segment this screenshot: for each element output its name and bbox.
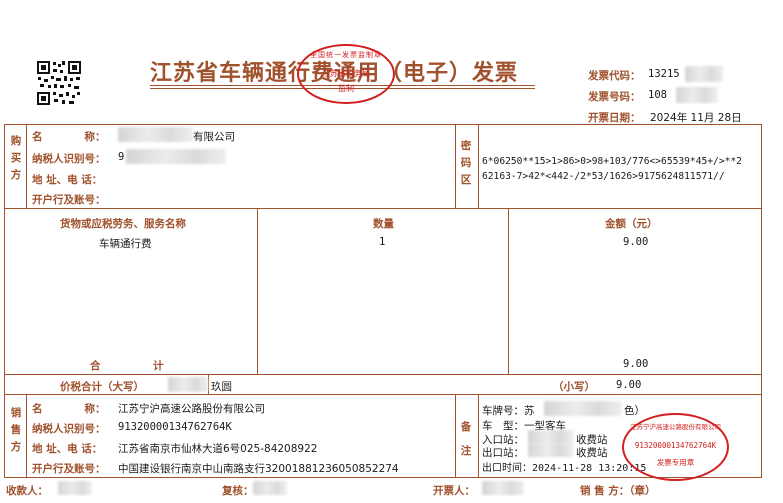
invoice-number-value: 108 xyxy=(648,89,667,101)
seller-bank-label: 开户行及账号： xyxy=(32,463,106,475)
frame-total-line xyxy=(4,374,762,375)
item-name: 车辆通行费 xyxy=(99,238,152,250)
frame-right xyxy=(761,124,762,477)
remarks-exit: 出口站： xyxy=(482,447,524,459)
grand-total-small-value: 9.00 xyxy=(616,379,642,391)
redacted-reviewer xyxy=(253,481,287,495)
remarks-exit-tail: 收费站 xyxy=(576,447,608,459)
seller-invoice-seal: 江苏宁沪高速公路股份有限公司 91320000134762764K 发票专用章 xyxy=(622,413,729,481)
invoice-date-label: 开票日期： xyxy=(588,112,641,124)
redacted-payee xyxy=(58,481,92,495)
buyer-section-divider xyxy=(26,124,27,208)
seller-tax-label: 纳税人识别号： xyxy=(32,423,106,435)
buyer-address-label: 地 址、电 话： xyxy=(32,174,103,186)
item-amount: 9.00 xyxy=(623,236,649,248)
remarks-exit-time: 出口时间：2024-11-28 13:20:15 xyxy=(482,463,647,474)
items-col-divider-1 xyxy=(257,208,258,374)
invoice-code-label: 发票代码： xyxy=(588,70,641,82)
grand-total-divider xyxy=(208,374,209,394)
items-total-amount: 9.00 xyxy=(623,358,649,370)
cipher-divider-right xyxy=(478,124,479,208)
redacted-exit xyxy=(528,443,574,457)
invoice-date-value: 2024年 11月 28日 xyxy=(650,112,742,124)
redacted-number xyxy=(676,87,718,103)
seller-address-value: 江苏省南京市仙林大道6号025-84208922 xyxy=(118,443,318,455)
items-header-quantity: 数量 xyxy=(373,218,394,230)
seller-name-label: 名 称： xyxy=(32,403,106,415)
seller-name-value: 江苏宁沪高速公路股份有限公司 xyxy=(118,403,265,415)
qr-code-image xyxy=(36,60,82,106)
seller-seal-sub: 发票专用章 xyxy=(656,458,695,467)
frame-bottom xyxy=(4,477,762,478)
grand-total-small-label: （小写） xyxy=(553,381,595,393)
remarks-plate: 车牌号：苏 xyxy=(482,405,535,417)
buyer-tax-label: 纳税人识别号： xyxy=(32,153,106,165)
remarks-divider-right xyxy=(478,394,479,477)
cipher-section-label: 密码区 xyxy=(460,140,472,186)
supervision-seal-arc: 全国统一发票监制章 xyxy=(310,51,382,59)
supervision-seal-sub: 监制 xyxy=(338,84,354,93)
remarks-divider-left xyxy=(455,394,456,477)
redacted-plate xyxy=(544,401,622,416)
grand-total-words: 玖圆 xyxy=(211,381,232,393)
remarks-section-label: 备注 xyxy=(460,421,472,457)
frame-grand-line xyxy=(4,394,762,395)
redacted-buyer-name xyxy=(118,127,193,142)
cipher-line-1: 6*06250**15>1>86>0>98+103/776<>65539*45+… xyxy=(482,156,742,167)
seller-bank-value: 中国建设银行南京中山南路支行32001881236050852274 xyxy=(118,463,399,475)
buyer-name-label: 名 称： xyxy=(32,131,106,143)
buyer-section-label: 购买方 xyxy=(10,135,22,181)
seller-section-divider xyxy=(26,394,27,477)
redacted-issuer xyxy=(482,481,524,495)
seller-tax-value: 91320000134762764K xyxy=(118,421,232,433)
cipher-line-2: 62163-7>42*<442-/2*53/1626>9175624811571… xyxy=(482,171,725,182)
redacted-code xyxy=(685,66,723,82)
items-col-divider-2 xyxy=(508,208,509,374)
items-total-label: 合 计 xyxy=(90,360,164,372)
seller-address-label: 地 址、电 话： xyxy=(32,443,103,455)
buyer-tax-value: 9 xyxy=(118,151,125,163)
seller-section-label: 销售方 xyxy=(10,407,22,453)
reviewer-label: 复核： xyxy=(222,485,254,497)
cipher-divider-left xyxy=(455,124,456,208)
remarks-plate-tail: 色） xyxy=(624,405,645,417)
item-quantity: 1 xyxy=(379,236,386,248)
items-header-name: 货物或应税劳务、服务名称 xyxy=(60,218,186,230)
invoice-number-label: 发票号码： xyxy=(588,91,641,103)
issuer-label: 开票人： xyxy=(433,485,475,497)
payee-label: 收款人： xyxy=(6,485,48,497)
items-header-amount: 金额（元） xyxy=(605,218,658,230)
buyer-name-value: 有限公司 xyxy=(193,131,235,143)
grand-total-label: 价税合计（大写） xyxy=(60,381,144,393)
seller-seal-tax: 91320000134762764K xyxy=(634,441,717,450)
supervision-seal-text: 江苏省税务局 xyxy=(322,69,370,78)
frame-buyer-bottom xyxy=(4,208,762,209)
frame-left xyxy=(4,124,5,477)
seller-seal-label: 销 售 方：（章） xyxy=(580,485,656,497)
supervision-seal: 全国统一发票监制章 江苏省税务局 监制 xyxy=(297,44,395,104)
frame-top xyxy=(4,124,762,125)
redacted-buyer-tax xyxy=(126,149,226,164)
redacted-entry xyxy=(528,430,574,444)
invoice-code-value: 13215 xyxy=(648,68,680,80)
redacted-grand-words xyxy=(168,377,208,392)
buyer-bank-label: 开户行及账号： xyxy=(32,194,106,206)
seller-seal-arc: 江苏宁沪高速公路股份有限公司 xyxy=(630,423,721,431)
